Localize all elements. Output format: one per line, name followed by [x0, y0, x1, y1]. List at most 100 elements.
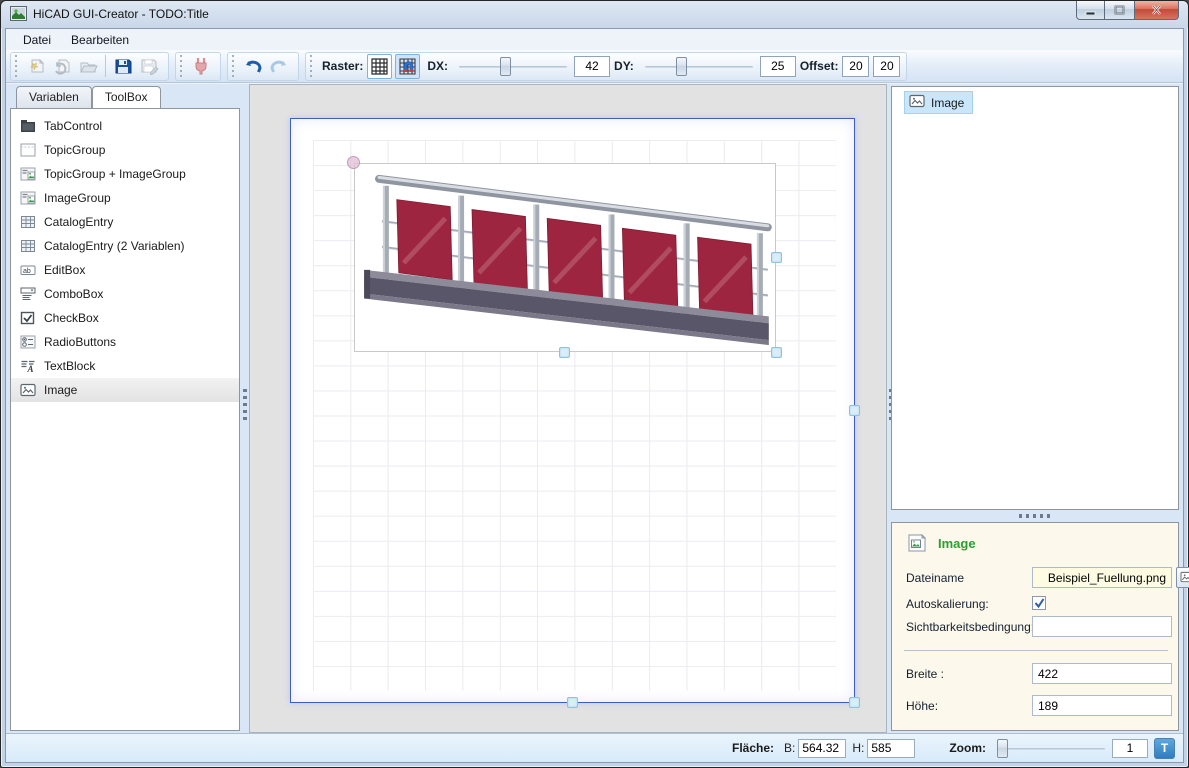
browse-image-button[interactable]: [1176, 567, 1189, 588]
toolbox-item-topicgroup-imagegroup[interactable]: TopicGroup + ImageGroup: [11, 162, 239, 186]
breite-label: Breite :: [906, 667, 944, 681]
image-handle-bottom-right[interactable]: [771, 347, 782, 358]
properties-panel: Image Dateiname Autoskalierung:: [891, 522, 1179, 731]
railing-image[interactable]: [354, 163, 776, 352]
window-controls: [1076, 1, 1179, 20]
design-surface[interactable]: [290, 118, 855, 703]
image-handle-right[interactable]: [771, 252, 782, 263]
dy-input[interactable]: [760, 56, 796, 77]
hoehe-input[interactable]: [1032, 695, 1172, 716]
combobox-icon: [19, 286, 36, 302]
flaeche-b-input[interactable]: [798, 739, 846, 758]
dateiname-input[interactable]: [1032, 567, 1172, 588]
snap-to-grid-button[interactable]: [395, 54, 420, 79]
save-as-icon: [139, 56, 159, 76]
zoom-slider[interactable]: [995, 738, 1107, 759]
image-handle-top-left[interactable]: [347, 156, 360, 169]
dateiname-label: Dateiname: [906, 571, 964, 585]
text-tool-button[interactable]: T: [1154, 738, 1175, 759]
save-as-button[interactable]: [136, 54, 162, 79]
toolbox-item-combobox[interactable]: ComboBox: [11, 282, 239, 306]
autoskalierung-label: Autoskalierung:: [906, 597, 989, 611]
properties-title: Image: [938, 536, 976, 551]
minimize-icon: [1085, 6, 1096, 15]
offset-x-input[interactable]: [842, 56, 869, 77]
toolbar-group-undo: [227, 52, 299, 81]
grid-magnet-icon: [399, 58, 417, 75]
open-button[interactable]: [75, 54, 101, 79]
toolbox-item-editbox[interactable]: ab EditBox: [11, 258, 239, 282]
left-tabs: Variablen ToolBox: [16, 86, 161, 108]
dx-slider[interactable]: [457, 56, 569, 77]
toolbox-item-tabcontrol[interactable]: TabControl: [11, 114, 239, 138]
canvas-area[interactable]: [249, 84, 887, 733]
toolbar-separator: [105, 55, 106, 77]
redo-button[interactable]: [266, 54, 292, 79]
grid-toggle-button[interactable]: [367, 54, 392, 79]
autoskalierung-checkbox[interactable]: [1032, 596, 1046, 610]
menu-bearbeiten[interactable]: Bearbeiten: [63, 31, 137, 49]
dx-input[interactable]: [574, 56, 610, 77]
plugin-button[interactable]: [188, 54, 214, 79]
radiobuttons-icon: [19, 334, 36, 350]
new-button[interactable]: [23, 54, 49, 79]
surface-handle-bottom-right[interactable]: [849, 697, 860, 708]
toolbar-grip[interactable]: [230, 55, 235, 77]
toolbox-item-label: TopicGroup + ImageGroup: [44, 167, 186, 181]
tab-variablen[interactable]: Variablen: [16, 86, 92, 108]
minimize-button[interactable]: [1076, 1, 1105, 20]
toolbox-item-checkbox[interactable]: CheckBox: [11, 306, 239, 330]
toolbox-item-label: Image: [44, 383, 77, 397]
image-page-icon: [906, 533, 928, 553]
zoom-value-input[interactable]: [1112, 739, 1148, 758]
window-title: HiCAD GUI-Creator - TODO:Title: [33, 7, 209, 21]
splitter-grip: [243, 389, 247, 421]
dy-slider-track: [645, 66, 753, 68]
flaeche-label: Fläche:: [732, 741, 774, 755]
reload-button[interactable]: [49, 54, 75, 79]
save-button[interactable]: [110, 54, 136, 79]
toolbox-item-image[interactable]: Image: [11, 378, 239, 402]
right-horizontal-splitter[interactable]: [891, 510, 1179, 522]
left-splitter[interactable]: [241, 84, 248, 733]
image-handle-bottom[interactable]: [559, 347, 570, 358]
checkbox-icon: [19, 310, 36, 326]
raster-label: Raster:: [322, 59, 363, 73]
h-label: H:: [852, 741, 864, 755]
main-area: Variablen ToolBox TabControl TopicGroup: [6, 84, 1183, 733]
undo-button[interactable]: [240, 54, 266, 79]
flaeche-h-input[interactable]: [867, 739, 915, 758]
outline-panel: Image: [891, 86, 1179, 510]
toolbox-item-catalogentry[interactable]: CatalogEntry: [11, 210, 239, 234]
surface-handle-right[interactable]: [849, 405, 860, 416]
toolbox-item-radiobuttons[interactable]: RadioButtons: [11, 330, 239, 354]
dx-slider-track: [459, 66, 567, 68]
toolbox-item-topicgroup[interactable]: TopicGroup: [11, 138, 239, 162]
toolbox-item-label: EditBox: [44, 263, 85, 277]
surface-handle-bottom[interactable]: [567, 697, 578, 708]
menu-datei[interactable]: Datei: [15, 31, 59, 49]
toolbar-group-plugin: [175, 52, 221, 81]
maximize-button[interactable]: [1105, 1, 1134, 20]
dx-slider-thumb[interactable]: [500, 57, 511, 76]
dy-slider[interactable]: [643, 56, 755, 77]
close-button[interactable]: [1134, 1, 1179, 20]
dy-slider-thumb[interactable]: [676, 57, 687, 76]
outline-item-image[interactable]: Image: [904, 91, 973, 114]
toolbox-item-imagegroup[interactable]: ImageGroup: [11, 186, 239, 210]
toolbar-grip[interactable]: [308, 55, 313, 77]
offset-y-input[interactable]: [873, 56, 900, 77]
toolbox-item-catalogentry-2[interactable]: CatalogEntry (2 Variablen): [11, 234, 239, 258]
toolbar-grip[interactable]: [13, 55, 18, 77]
topicgroup-imagegroup-icon: [19, 166, 36, 182]
tab-toolbox[interactable]: ToolBox: [92, 86, 161, 108]
toolbox-item-textblock[interactable]: A TextBlock: [11, 354, 239, 378]
maximize-icon: [1114, 5, 1125, 15]
zoom-slider-thumb[interactable]: [997, 739, 1008, 758]
toolbar-grip[interactable]: [178, 55, 183, 77]
title-bar[interactable]: HiCAD GUI-Creator - TODO:Title: [1, 1, 1188, 28]
sichtbarkeitsbedingung-input[interactable]: [1032, 616, 1172, 637]
hoehe-row: Höhe:: [904, 695, 1170, 721]
breite-input[interactable]: [1032, 663, 1172, 684]
window-content: Datei Bearbeiten: [5, 28, 1184, 763]
